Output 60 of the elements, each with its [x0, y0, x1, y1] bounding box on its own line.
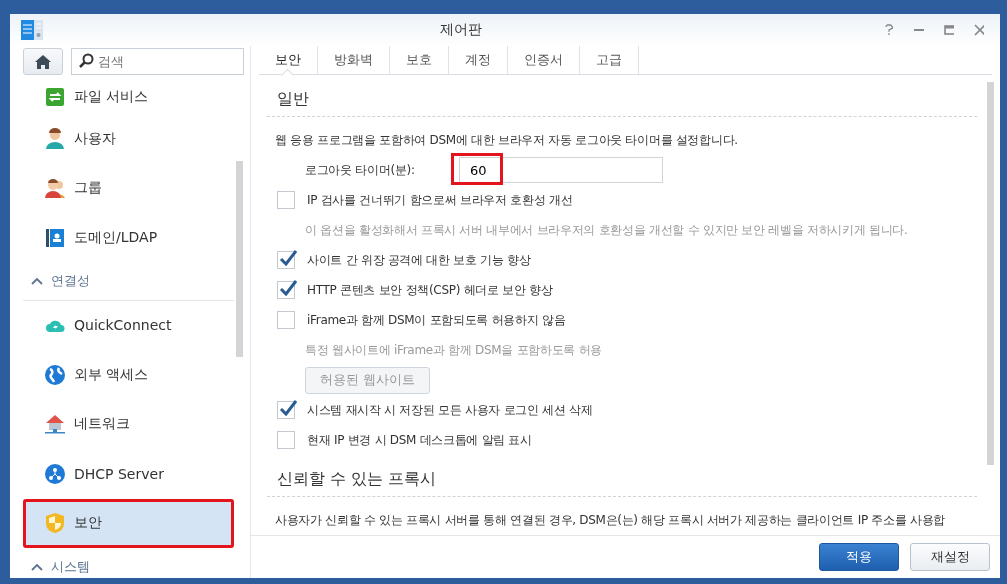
checkbox[interactable]: [277, 431, 295, 449]
help-icon: [884, 23, 894, 37]
checkbox-option[interactable]: HTTP 콘텐츠 보안 정책(CSP) 헤더로 보안 향상: [267, 275, 977, 305]
chevron-icon: [31, 277, 43, 285]
scrollbar[interactable]: [987, 82, 994, 465]
sidebar-item[interactable]: 파일 서비스: [23, 79, 234, 114]
maximize-icon: [944, 25, 954, 35]
sidebar-section-header[interactable]: 연결성: [23, 262, 234, 301]
apply-button[interactable]: 적용: [819, 543, 899, 571]
sidebar-item[interactable]: QuickConnect: [23, 300, 234, 350]
sidebar-item-icon: [44, 226, 66, 249]
scrollbar[interactable]: [236, 161, 243, 357]
sidebar-item-icon: [44, 177, 66, 200]
home-button[interactable]: [23, 48, 63, 75]
hint-text: 특정 웹사이트에 iFrame과 함께 DSM을 포함하도록 허용: [304, 341, 603, 359]
sidebar-item[interactable]: DHCP Server: [23, 449, 234, 499]
checkbox-option[interactable]: 현재 IP 변경 시 DSM 데스크톱에 알림 표시: [267, 425, 977, 455]
tab[interactable]: 고급: [580, 46, 639, 74]
checkbox-option[interactable]: iFrame과 함께 DSM이 포함되도록 허용하지 않음: [267, 305, 977, 335]
sidebar-item-icon: [44, 85, 66, 108]
home-icon: [34, 53, 52, 70]
sidebar-item-icon: [44, 363, 66, 386]
tab[interactable]: 인증서: [508, 46, 580, 74]
minimize-icon: [914, 29, 924, 31]
checkbox[interactable]: [277, 401, 295, 419]
search-icon: [78, 53, 94, 69]
control-panel-icon: [20, 18, 44, 42]
checkbox[interactable]: [277, 191, 295, 209]
reset-button[interactable]: 재설정: [910, 543, 990, 571]
timer-input-field[interactable]: 60: [459, 157, 663, 183]
tab[interactable]: 보호: [390, 46, 449, 74]
close-icon: [974, 24, 984, 36]
search-field[interactable]: 검색: [71, 48, 244, 75]
sidebar-item-icon: [44, 127, 66, 150]
sidebar-item[interactable]: 그룹: [23, 163, 234, 213]
checkbox[interactable]: [277, 251, 295, 269]
checkbox-option[interactable]: 시스템 재시작 시 저장된 모든 사용자 로그인 세션 삭제: [267, 395, 977, 425]
section-title: 신뢰할 수 있는 프록시: [267, 455, 977, 497]
checkbox[interactable]: [277, 281, 295, 299]
checkbox-option[interactable]: IP 검사를 건너뛰기 함으로써 브라우저 호환성 개선: [267, 185, 977, 215]
checkbox[interactable]: [277, 311, 295, 329]
sidebar-section-header[interactable]: 시스템: [23, 548, 234, 578]
sidebar-item[interactable]: 네트워크: [23, 399, 234, 449]
sidebar-item[interactable]: 보안: [23, 498, 234, 548]
tab[interactable]: 계정: [449, 46, 508, 74]
description-text: 웹 응용 프로그램을 포함하여 DSM에 대한 브라우저 자동 로그아웃 타이머를 설정합니다.: [274, 131, 739, 149]
chevron-icon: [31, 562, 43, 571]
sidebar-item-icon: [44, 512, 66, 535]
field-label: 로그아웃 타이머(분):: [305, 161, 416, 179]
description-text: 사용자가 신뢰할 수 있는 프록시 서버를 통해 연결된 경우, DSM은(는) 해당 프록시 서버가 제공하는 클라이언트 IP 주소를 사용합: [274, 511, 947, 529]
window-title: 제어판: [439, 21, 483, 39]
sidebar-item-icon: [44, 413, 66, 436]
section-title: 일반: [267, 75, 977, 117]
sidebar-item-icon: [44, 462, 66, 485]
hint-text: 이 옵션을 활성화해서 프록시 서버 내부에서 브라우저의 호환성을 개선할 수 있지만 보안 레벨을 저하시키게 됩니다.: [304, 221, 909, 239]
checkbox-option[interactable]: 사이트 간 위장 공격에 대한 보호 기능 향상: [267, 245, 977, 275]
sidebar-item[interactable]: 도메인/LDAP: [23, 213, 234, 263]
tab[interactable]: 방화벽: [318, 46, 390, 74]
sidebar-item[interactable]: 사용자: [23, 114, 234, 164]
sidebar-item[interactable]: 외부 액세스: [23, 350, 234, 400]
